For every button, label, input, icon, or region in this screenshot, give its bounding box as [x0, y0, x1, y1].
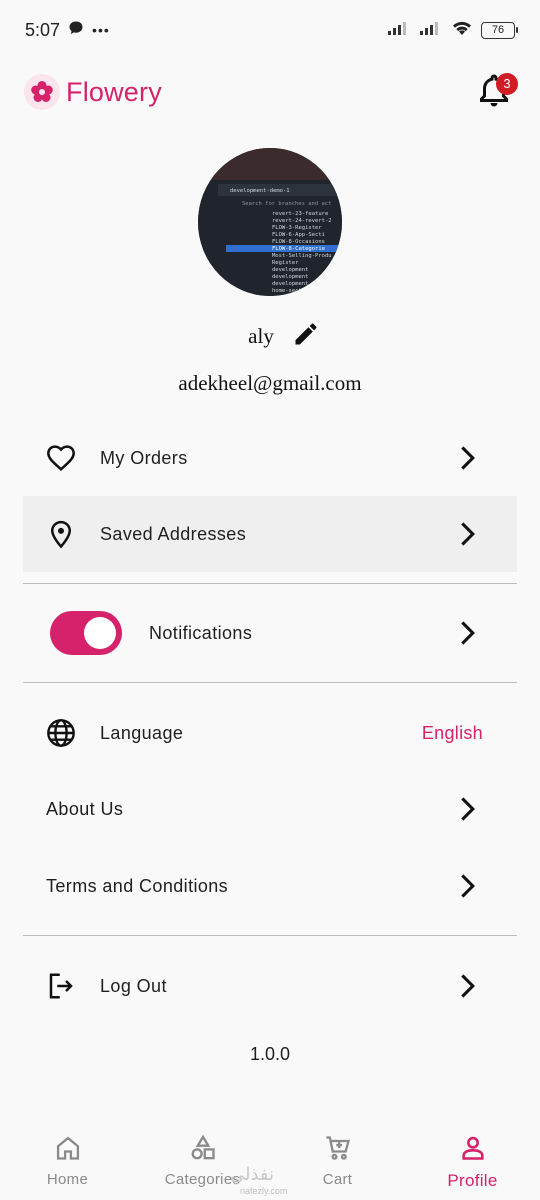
divider: [23, 682, 517, 683]
notification-count-badge: 3: [496, 73, 518, 95]
avatar-text-7: FLOW-8-Categorie: [272, 246, 325, 252]
signal-icon-2: [419, 20, 443, 41]
wifi-icon: [451, 19, 473, 42]
avatar-text-4: FLOW-3-Register: [272, 225, 322, 231]
avatar-text-1: Search for branches and act: [242, 201, 331, 207]
nav-cart-label: Cart: [322, 1171, 353, 1188]
profile-email: adekheel@gmail.com: [178, 371, 362, 395]
edit-icon[interactable]: [292, 320, 320, 353]
battery-icon: 76: [481, 21, 518, 39]
location-pin-icon: [41, 514, 81, 554]
brand: Flowery: [24, 74, 162, 110]
app-bar: Flowery 3: [0, 64, 540, 120]
watermark: نفذلي: [230, 1164, 275, 1184]
avatar-text-13: home-sect: [272, 288, 302, 294]
status-right: 76: [387, 19, 518, 42]
avatar-text-10: development: [272, 267, 308, 273]
message-icon: [68, 20, 84, 41]
avatar-text-11: development: [272, 274, 308, 280]
app-version: 1.0.0: [249, 1044, 291, 1064]
chevron-right-icon: [453, 619, 481, 647]
chevron-right-icon: [453, 972, 481, 1000]
divider: [23, 583, 517, 584]
about-us-label: About Us: [46, 798, 124, 819]
status-left: 5:07 •••: [25, 20, 110, 41]
saved-addresses-label: Saved Addresses: [100, 523, 247, 544]
terms-label: Terms and Conditions: [46, 875, 229, 896]
log-out-label: Log Out: [100, 975, 167, 996]
profile-icon: [459, 1134, 487, 1167]
notifications-toggle[interactable]: [50, 611, 122, 655]
language-value[interactable]: English: [422, 723, 483, 744]
signal-icon: [387, 20, 411, 41]
notifications-label: Notifications: [149, 622, 253, 643]
profile-name: aly: [248, 324, 274, 348]
nav-profile-label: Profile: [447, 1171, 498, 1190]
toggle-knob: [84, 617, 116, 649]
log-out-row[interactable]: Log Out: [23, 948, 517, 1024]
watermark-sub: nafezly.com: [240, 1186, 288, 1196]
profile-name-row: aly: [0, 320, 540, 353]
home-icon: [54, 1134, 82, 1167]
my-orders-row[interactable]: My Orders: [23, 420, 517, 496]
avatar-photo: development-demo-1 Search for branches a…: [198, 148, 342, 296]
nav-categories-label: Categories: [164, 1171, 241, 1188]
globe-icon: [41, 713, 81, 753]
logout-icon: [41, 966, 81, 1006]
avatar-text-9: Register: [272, 260, 299, 266]
avatar-text-5: FLOW-6-App-Secti: [272, 232, 325, 238]
chevron-right-icon: [453, 795, 481, 823]
heart-icon: [41, 438, 81, 478]
chevron-right-icon: [453, 444, 481, 472]
divider: [23, 935, 517, 936]
my-orders-label: My Orders: [100, 447, 188, 468]
avatar-text-0: development-demo-1: [230, 188, 290, 194]
nav-profile[interactable]: Profile: [405, 1120, 540, 1200]
status-dots: •••: [92, 22, 110, 38]
avatar-text-8: Most-Selling-Produ: [272, 253, 332, 259]
avatar[interactable]: development-demo-1 Search for branches a…: [198, 148, 342, 296]
language-row[interactable]: Language English: [23, 695, 517, 771]
chevron-right-icon: [453, 520, 481, 548]
cart-icon: [324, 1134, 352, 1167]
nav-cart[interactable]: Cart: [270, 1120, 405, 1200]
status-bar: 5:07 ••• 76: [0, 0, 540, 60]
avatar-text-6: FLOW-8-Occasions: [272, 239, 325, 245]
about-us-row[interactable]: About Us: [23, 771, 517, 847]
nav-home[interactable]: Home: [0, 1120, 135, 1200]
flower-logo-icon: [24, 74, 60, 110]
avatar-text-3: revert-24-revert-2: [272, 218, 332, 224]
status-time: 5:07: [25, 19, 61, 40]
terms-row[interactable]: Terms and Conditions: [23, 848, 517, 924]
saved-addresses-row[interactable]: Saved Addresses: [23, 496, 517, 572]
categories-icon: [189, 1134, 217, 1167]
nav-home-label: Home: [46, 1171, 89, 1188]
notifications-row[interactable]: Notifications: [23, 595, 517, 671]
language-label: Language: [100, 722, 184, 743]
brand-name: Flowery: [66, 76, 162, 107]
chevron-right-icon: [453, 872, 481, 900]
notifications-button[interactable]: 3: [472, 70, 518, 114]
avatar-text-12: development: [272, 281, 308, 287]
avatar-text-2: revert-23-feature: [272, 211, 328, 217]
